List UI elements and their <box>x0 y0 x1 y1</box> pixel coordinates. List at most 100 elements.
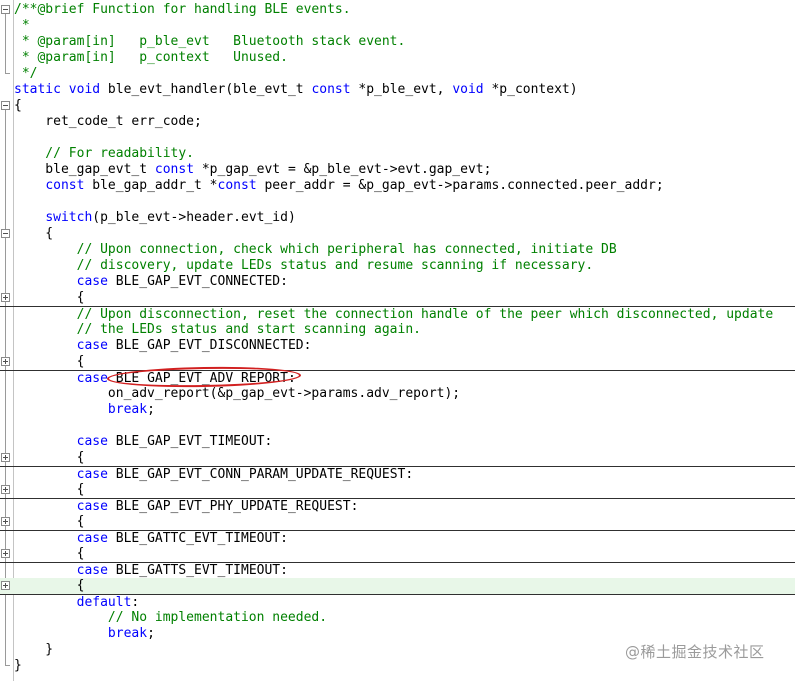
fold-collapse-icon[interactable] <box>1 229 10 238</box>
code-line[interactable]: // discovery, update LEDs status and res… <box>0 258 795 274</box>
code-line[interactable]: case BLE_GAP_EVT_DISCONNECTED: <box>0 338 795 354</box>
code-line[interactable]: * @param[in] p_ble_evt Bluetooth stack e… <box>0 34 795 50</box>
code-line[interactable]: // Upon connection, check which peripher… <box>0 242 795 258</box>
fold-expand-icon[interactable] <box>1 357 10 366</box>
code-line[interactable]: { <box>0 354 795 370</box>
code-text: // No implementation needed. <box>14 610 327 626</box>
fold-collapse-icon[interactable] <box>1 5 10 14</box>
code-line[interactable]: { <box>0 514 795 530</box>
code-line[interactable]: // Upon disconnection, reset the connect… <box>0 306 795 323</box>
code-line[interactable]: break; <box>0 626 795 642</box>
code-line[interactable]: case BLE_GAP_EVT_TIMEOUT: <box>0 434 795 450</box>
code-line[interactable]: { <box>0 546 795 562</box>
keyword-token: break <box>107 626 148 641</box>
code-token: *p_ble_evt, <box>350 82 453 97</box>
code-line[interactable]: * @param[in] p_context Unused. <box>0 50 795 66</box>
code-line[interactable]: default: <box>0 594 795 611</box>
code-line[interactable]: { <box>0 98 795 114</box>
fold-expand-icon[interactable] <box>1 581 10 590</box>
code-line[interactable]: case BLE_GAP_EVT_CONN_PARAM_UPDATE_REQUE… <box>0 466 795 483</box>
code-token: { <box>14 514 85 529</box>
fold-expand-icon[interactable] <box>1 549 10 558</box>
keyword-token: case <box>76 531 108 546</box>
code-line[interactable]: // the LEDs status and start scanning ag… <box>0 322 795 338</box>
code-token: BLE_GAP_EVT_PHY_UPDATE_REQUEST: <box>107 499 359 514</box>
code-line[interactable]: { <box>0 578 795 594</box>
code-line[interactable] <box>0 418 795 434</box>
code-editor[interactable]: /**@brief Function for handling BLE even… <box>0 0 795 681</box>
code-text: switch(p_ble_evt->header.evt_id) <box>14 210 296 226</box>
code-text: // the LEDs status and start scanning ag… <box>14 322 421 338</box>
fold-expand-icon[interactable] <box>1 293 10 302</box>
code-line[interactable]: case BLE_GATTC_EVT_TIMEOUT: <box>0 530 795 547</box>
code-text: { <box>14 98 22 114</box>
code-text: { <box>14 354 85 370</box>
keyword-token: void <box>452 82 484 97</box>
fold-expand-icon[interactable] <box>1 517 10 526</box>
code-line[interactable]: { <box>0 450 795 466</box>
code-line[interactable]: case BLE_GATTS_EVT_TIMEOUT: <box>0 562 795 579</box>
code-token: on_adv_report(&p_gap_evt->params.adv_rep… <box>14 386 461 401</box>
code-line[interactable]: /**@brief Function for handling BLE even… <box>0 2 795 18</box>
code-line[interactable]: const ble_gap_addr_t *const peer_addr = … <box>0 178 795 194</box>
code-line[interactable]: ble_gap_evt_t const *p_gap_evt = &p_ble_… <box>0 162 795 178</box>
code-token: { <box>14 98 22 113</box>
comment-token: * <box>14 18 30 33</box>
code-text: // Upon disconnection, reset the connect… <box>14 307 774 323</box>
code-text: case BLE_GATTS_EVT_TIMEOUT: <box>14 563 288 579</box>
comment-token: /**@brief Function for handling BLE even… <box>14 2 351 17</box>
code-token: ; <box>147 626 155 641</box>
code-line[interactable]: { <box>0 290 795 306</box>
code-line[interactable]: * <box>0 18 795 34</box>
keyword-token: switch <box>45 210 93 225</box>
code-line[interactable]: */ <box>0 66 795 82</box>
code-line[interactable]: static void ble_evt_handler(ble_evt_t co… <box>0 82 795 98</box>
code-token: BLE_GATTS_EVT_TIMEOUT: <box>107 563 288 578</box>
code-token: *p_gap_evt = &p_ble_evt->evt.gap_evt; <box>194 162 492 177</box>
keyword-token: static <box>14 82 61 97</box>
code-text: case BLE_GAP_EVT_DISCONNECTED: <box>14 338 312 354</box>
code-line[interactable]: // For readability. <box>0 146 795 162</box>
comment-token: */ <box>14 66 38 81</box>
code-token: { <box>14 450 85 465</box>
code-line[interactable]: ret_code_t err_code; <box>0 114 795 130</box>
code-line[interactable] <box>0 194 795 210</box>
code-text: { <box>14 290 85 306</box>
code-line[interactable]: case BLE_GAP_EVT_PHY_UPDATE_REQUEST: <box>0 498 795 515</box>
code-line[interactable]: { <box>0 226 795 242</box>
code-line[interactable]: on_adv_report(&p_gap_evt->params.adv_rep… <box>0 386 795 402</box>
code-token: ble_evt_handler(ble_evt_t <box>100 82 312 97</box>
code-token: { <box>14 226 54 241</box>
code-line[interactable]: case BLE_GAP_EVT_CONNECTED: <box>0 274 795 290</box>
code-line[interactable] <box>0 130 795 146</box>
code-token: { <box>14 578 85 593</box>
code-token: (p_ble_evt->header.evt_id) <box>92 210 296 225</box>
code-line[interactable]: { <box>0 482 795 498</box>
code-token: BLE_GAP_EVT_TIMEOUT: <box>107 434 273 449</box>
code-line[interactable]: break; <box>0 402 795 418</box>
code-line[interactable]: switch(p_ble_evt->header.evt_id) <box>0 210 795 226</box>
fold-collapse-icon[interactable] <box>1 101 10 110</box>
code-text: break; <box>14 402 155 418</box>
code-token: { <box>14 546 85 561</box>
fold-expand-icon[interactable] <box>1 453 10 462</box>
code-text: } <box>14 642 53 658</box>
keyword-token: void <box>68 82 101 97</box>
keyword-token: case <box>76 499 108 514</box>
fold-expand-icon[interactable] <box>1 485 10 494</box>
code-text: case BLE_GAP_EVT_CONN_PARAM_UPDATE_REQUE… <box>14 467 414 483</box>
code-text: * <box>14 18 30 34</box>
code-token: BLE_GATTC_EVT_TIMEOUT: <box>107 531 288 546</box>
code-text: static void ble_evt_handler(ble_evt_t co… <box>14 82 578 98</box>
code-line[interactable]: // No implementation needed. <box>0 610 795 626</box>
code-text: * @param[in] p_context Unused. <box>14 50 288 66</box>
